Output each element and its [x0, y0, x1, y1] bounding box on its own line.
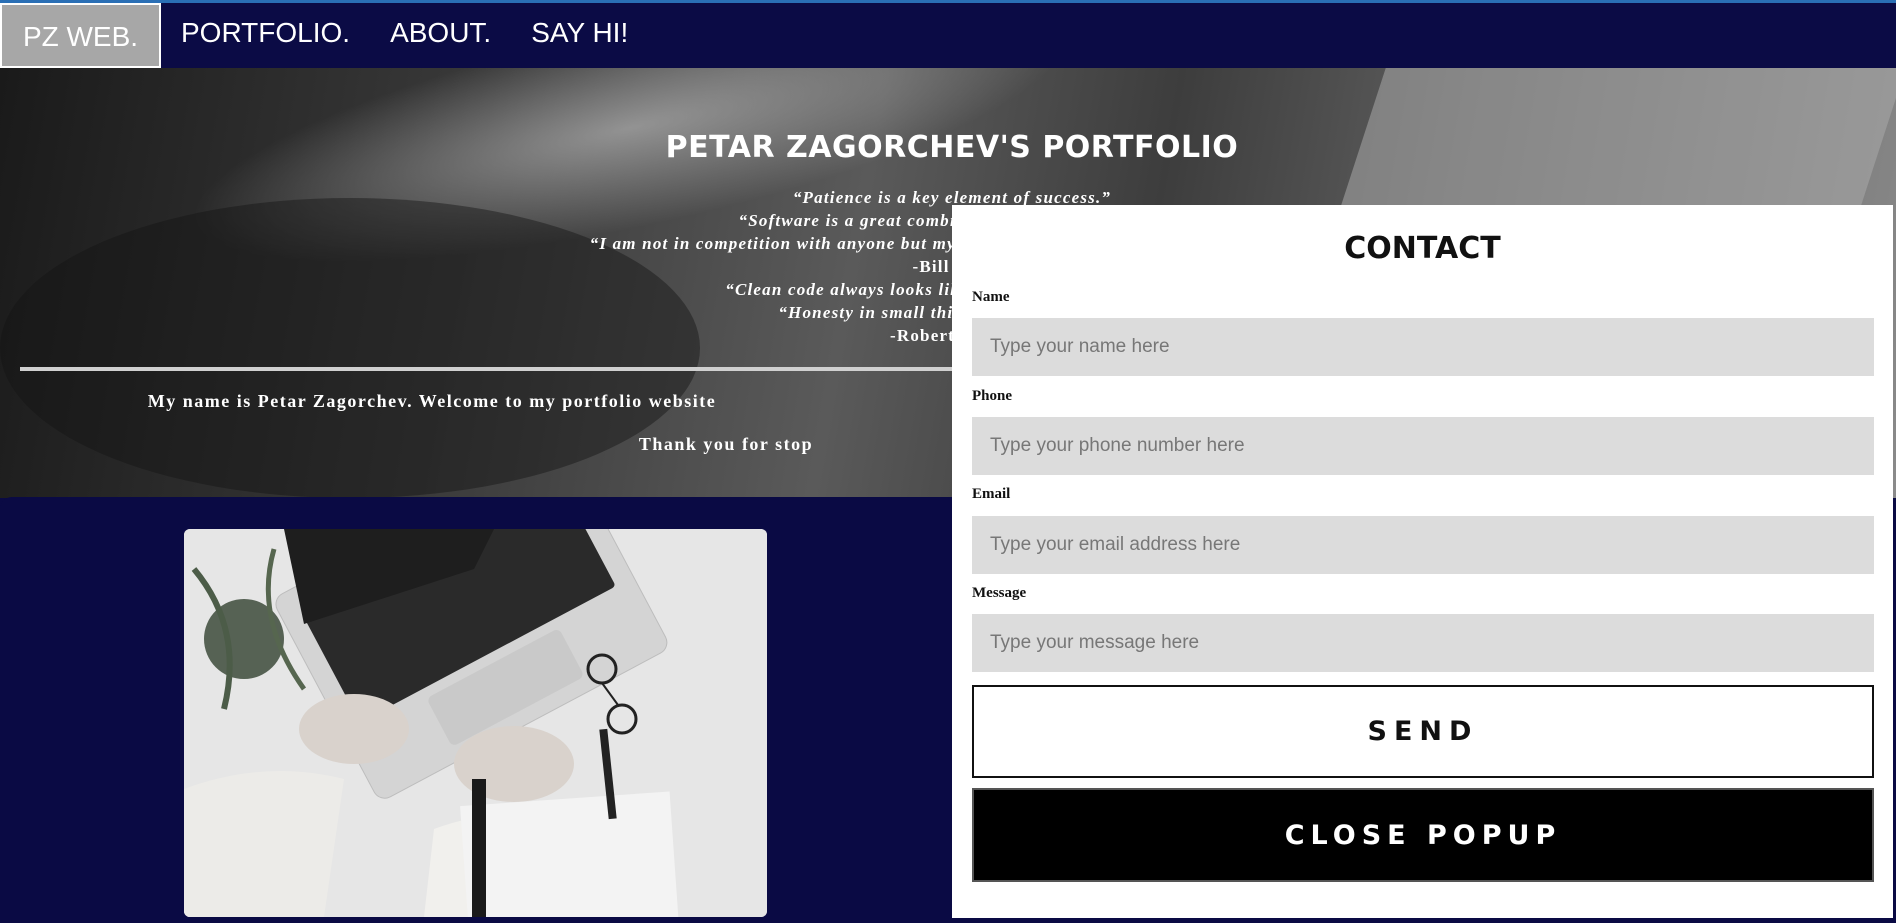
name-label: Name: [972, 289, 1010, 305]
phone-input[interactable]: [972, 417, 1874, 475]
laptop-photo: [184, 529, 767, 917]
nav-item-portfolio[interactable]: PORTFOLIO.: [161, 3, 370, 68]
nav-item-about[interactable]: ABOUT.: [370, 3, 511, 68]
send-button[interactable]: SEND: [972, 685, 1874, 778]
contact-popup: CONTACT Name Phone Email Message SEND CL…: [952, 205, 1893, 918]
page-title: PETAR ZAGORCHEV'S PORTFOLIO: [665, 130, 1239, 165]
nav-menu: PZ WEB. PORTFOLIO. ABOUT. SAY HI!: [0, 3, 1896, 68]
phone-label: Phone: [972, 388, 1013, 404]
message-label: Message: [972, 585, 1027, 601]
laptop-illustration: [184, 529, 767, 917]
contact-title: CONTACT: [1344, 231, 1501, 266]
name-input[interactable]: [972, 318, 1874, 376]
email-label: Email: [972, 486, 1011, 502]
close-popup-button[interactable]: CLOSE POPUP: [972, 788, 1874, 882]
nav-item-say-hi[interactable]: SAY HI!: [511, 3, 648, 68]
nav-brand-link[interactable]: PZ WEB.: [0, 3, 161, 68]
message-input[interactable]: [972, 614, 1874, 672]
email-input[interactable]: [972, 516, 1874, 574]
top-navigation-bar: PZ WEB. PORTFOLIO. ABOUT. SAY HI!: [0, 0, 1896, 68]
